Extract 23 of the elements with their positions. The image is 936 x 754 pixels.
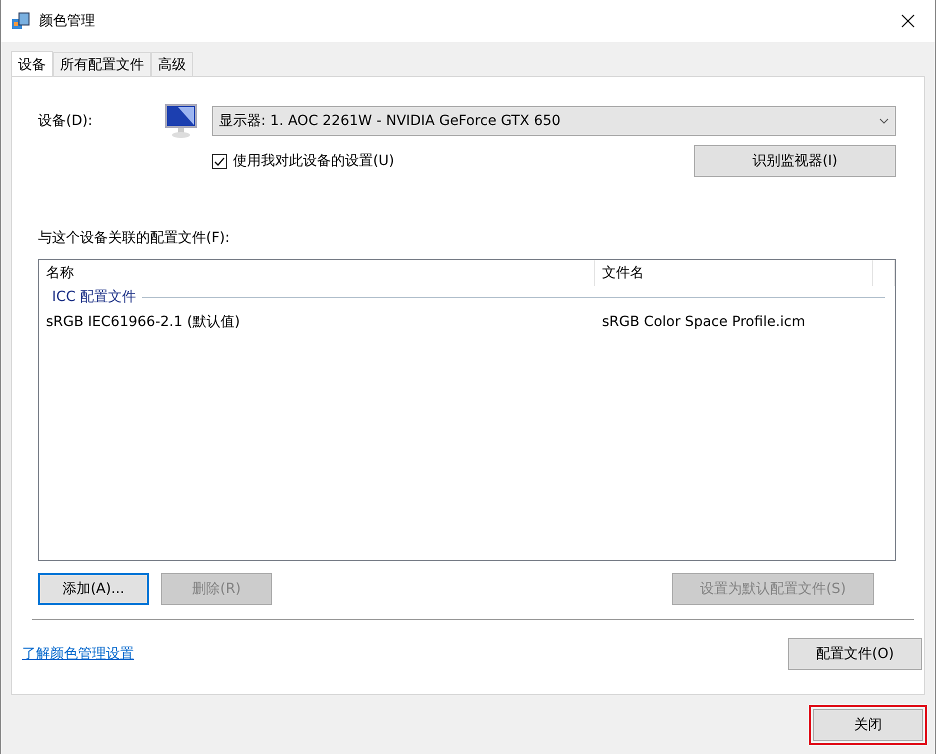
group-header: ICC 配置文件	[52, 288, 136, 306]
device-label: 设备(D):	[38, 112, 94, 130]
close-button[interactable]: 关闭	[813, 708, 923, 740]
action-button[interactable]: 添加(A)...	[38, 573, 149, 605]
tab[interactable]: 所有配置文件	[53, 52, 151, 76]
chevron-down-icon	[879, 118, 889, 124]
use-settings-checkbox[interactable]: 使用我对此设备的设置(U)	[212, 152, 394, 170]
tab[interactable]: 高级	[151, 52, 193, 76]
profiles-button[interactable]: 配置文件(O)	[788, 638, 922, 670]
tab[interactable]: 设备	[11, 51, 53, 77]
window-title: 颜色管理	[39, 12, 96, 30]
profiles-label: 与这个设备关联的配置文件(F):	[38, 229, 231, 247]
learn-more-link[interactable]: 了解颜色管理设置	[22, 645, 134, 663]
table-cell-text: sRGB IEC61966-2.1 (默认值)	[45, 313, 241, 331]
color-management-icon	[11, 11, 31, 31]
checkmark-icon	[214, 156, 225, 166]
column-header[interactable]: 名称	[39, 260, 595, 286]
close-icon[interactable]	[901, 14, 915, 28]
monitor-icon	[164, 103, 200, 139]
table-cell-text: sRGB Color Space Profile.icm	[601, 314, 806, 330]
device-dropdown[interactable]: 显示器: 1. AOC 2261W - NVIDIA GeForce GTX 650	[212, 106, 896, 136]
column-header[interactable]: 文件名	[595, 260, 873, 286]
identify-monitors-button[interactable]: 识别监视器(I)	[694, 145, 896, 177]
